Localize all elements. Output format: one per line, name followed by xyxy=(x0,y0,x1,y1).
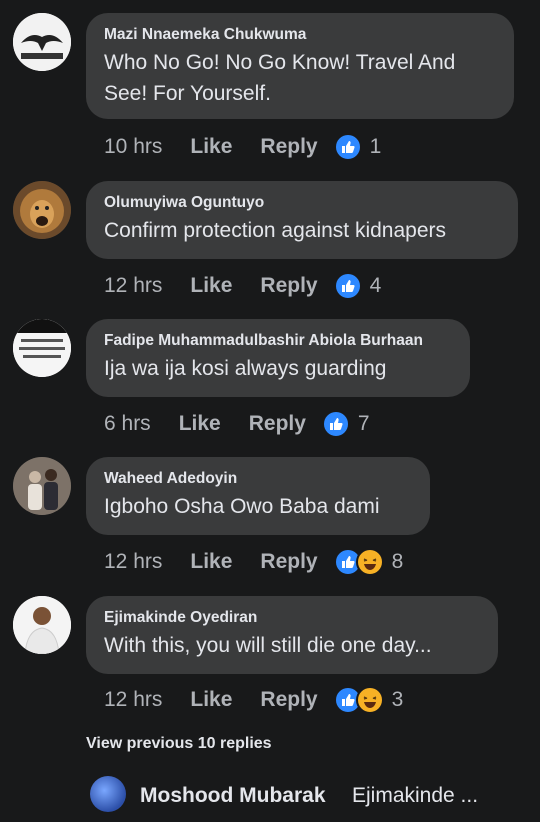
reaction-count: 3 xyxy=(391,688,404,711)
thumbs-up-icon xyxy=(333,272,362,300)
comment-time[interactable]: 12 hrs xyxy=(104,274,162,298)
like-button[interactable]: Like xyxy=(179,412,221,436)
reply-button[interactable]: Reply xyxy=(260,274,317,298)
comment-author[interactable]: Fadipe Muhammadulbashir Abiola Burhaan xyxy=(104,331,452,351)
avatar[interactable] xyxy=(13,181,71,239)
avatar[interactable] xyxy=(13,457,71,515)
comment-bubble: Olumuyiwa Oguntuyo Confirm protection ag… xyxy=(86,181,518,259)
like-button[interactable]: Like xyxy=(190,550,232,574)
comment-text: Confirm protection against kidnapers xyxy=(104,219,447,242)
avatar[interactable] xyxy=(13,13,71,71)
thumbs-up-icon xyxy=(333,133,362,161)
thumbs-up-icon xyxy=(321,410,350,438)
comment-text: Igboho Osha Owo Baba dami xyxy=(104,495,380,518)
eagle-avatar-icon xyxy=(13,13,71,71)
comment-author[interactable]: Mazi Nnaemeka Chukwuma xyxy=(104,25,496,45)
comment-bubble: Waheed Adedoyin Igboho Osha Owo Baba dam… xyxy=(86,457,430,535)
haha-emoji-icon xyxy=(355,548,384,576)
avatar[interactable] xyxy=(13,596,71,654)
comment-actions: 12 hrs Like Reply 8 xyxy=(104,548,403,576)
comment-bubble: Fadipe Muhammadulbashir Abiola Burhaan I… xyxy=(86,319,470,397)
reaction-summary[interactable]: 4 xyxy=(333,272,382,300)
text-avatar-icon xyxy=(13,319,71,377)
reply-button[interactable]: Reply xyxy=(260,550,317,574)
comment-text: Ija wa ija kosi always guarding xyxy=(104,357,387,380)
comment-actions: 12 hrs Like Reply 3 xyxy=(104,686,403,714)
reply-text: Ejimakinde ... xyxy=(352,784,479,807)
avatar[interactable] xyxy=(13,319,71,377)
like-button[interactable]: Like xyxy=(190,135,232,159)
person-avatar-icon xyxy=(13,596,71,654)
avatar[interactable] xyxy=(90,776,126,812)
comment-bubble: Ejimakinde Oyediran With this, you will … xyxy=(86,596,498,674)
comment-time[interactable]: 10 hrs xyxy=(104,135,162,159)
comment-author[interactable]: Olumuyiwa Oguntuyo xyxy=(104,193,500,213)
haha-emoji-icon xyxy=(355,686,384,714)
people-avatar-icon xyxy=(13,457,71,515)
lion-avatar-icon xyxy=(13,181,71,239)
reply-button[interactable]: Reply xyxy=(249,412,306,436)
reply-button[interactable]: Reply xyxy=(260,135,317,159)
reply-button[interactable]: Reply xyxy=(260,688,317,712)
comment-time[interactable]: 12 hrs xyxy=(104,550,162,574)
reply-preview[interactable]: Moshood Mubarak Ejimakinde ... xyxy=(0,770,540,822)
comment-time[interactable]: 6 hrs xyxy=(104,412,151,436)
reaction-summary[interactable]: 1 xyxy=(333,133,382,161)
reaction-count: 7 xyxy=(357,412,370,435)
comment-time[interactable]: 12 hrs xyxy=(104,688,162,712)
like-button[interactable]: Like xyxy=(190,274,232,298)
view-previous-replies-link[interactable]: View previous 10 replies xyxy=(86,735,272,753)
comment-actions: 10 hrs Like Reply 1 xyxy=(104,133,381,161)
reaction-summary[interactable]: 8 xyxy=(333,548,404,576)
reply-author[interactable]: Moshood Mubarak xyxy=(140,784,326,808)
comment-bubble: Mazi Nnaemeka Chukwuma Who No Go! No Go … xyxy=(86,13,514,119)
comment-actions: 12 hrs Like Reply 4 xyxy=(104,272,381,300)
reaction-summary[interactable]: 3 xyxy=(333,686,404,714)
reaction-count: 4 xyxy=(369,274,382,297)
comment-actions: 6 hrs Like Reply 7 xyxy=(104,410,370,438)
reaction-count: 8 xyxy=(391,550,404,573)
comment-text: With this, you will still die one day... xyxy=(104,634,432,657)
comment-text: Who No Go! No Go Know! Travel And See! F… xyxy=(104,51,456,105)
comment-author[interactable]: Ejimakinde Oyediran xyxy=(104,608,480,628)
like-button[interactable]: Like xyxy=(190,688,232,712)
comment-author[interactable]: Waheed Adedoyin xyxy=(104,469,412,489)
reaction-count: 1 xyxy=(369,135,382,158)
reaction-summary[interactable]: 7 xyxy=(321,410,370,438)
